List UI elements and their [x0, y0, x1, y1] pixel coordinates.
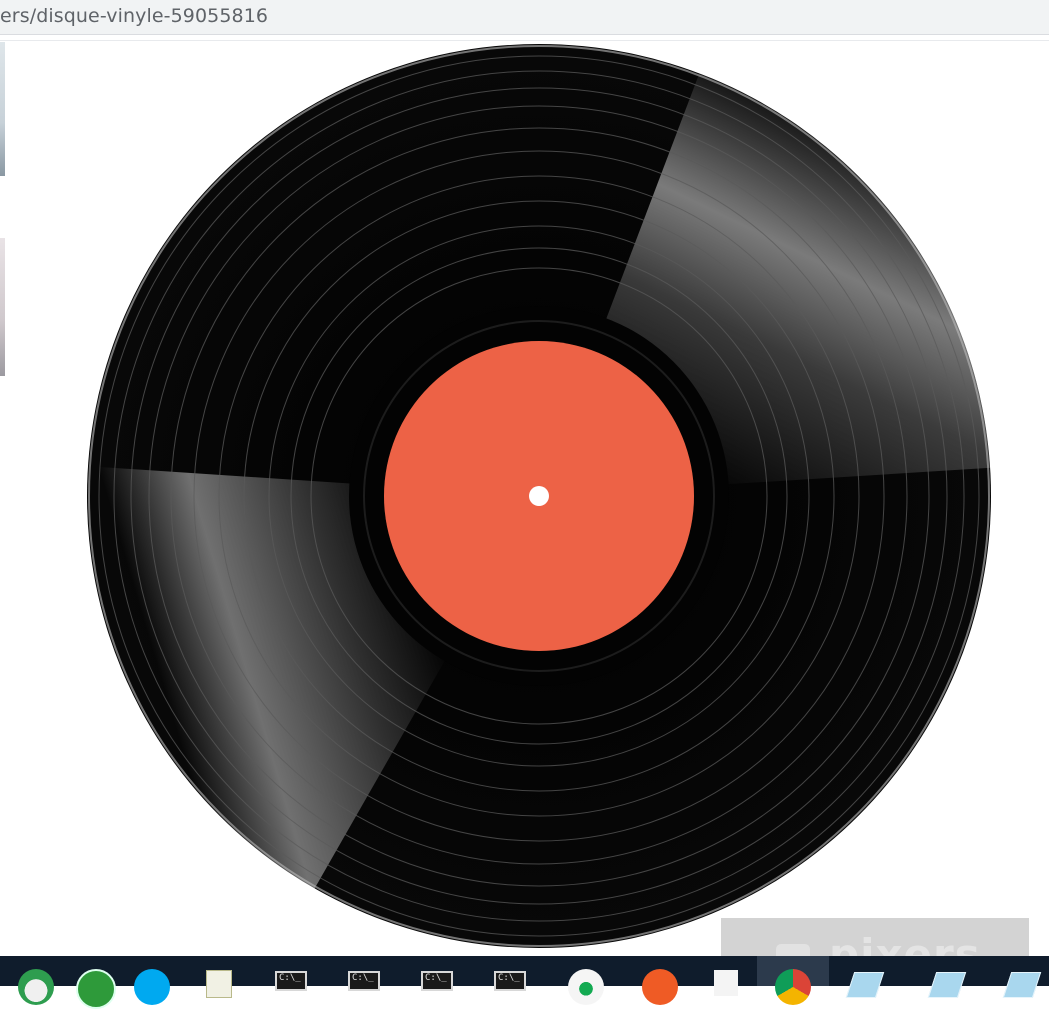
postman-icon	[642, 969, 678, 1005]
sidebar-thumbnail[interactable]	[0, 42, 5, 176]
sidebar-thumbnail[interactable]	[0, 238, 5, 376]
watermark: pixers	[721, 918, 1029, 958]
taskbar-postman[interactable]	[624, 956, 696, 1005]
spindle-hole	[529, 486, 549, 506]
taskbar-cmd-1[interactable]: C:\_	[254, 956, 326, 991]
watermark-text: pixers	[829, 930, 981, 958]
command-prompt-icon: C:\_	[275, 971, 307, 991]
command-prompt-icon: C:\_	[421, 971, 453, 991]
taskbar-cmd-4[interactable]: C:\_	[473, 956, 545, 991]
taskbar-mongodb[interactable]	[550, 956, 622, 1005]
note-pad-icon	[845, 972, 885, 998]
skype-icon	[134, 969, 170, 1005]
address-bar[interactable]: ers/disque-vinyle-59055816	[0, 0, 1049, 35]
command-prompt-icon: C:\_	[348, 971, 380, 991]
chrome-icon	[775, 969, 811, 1005]
taskbar-note-1[interactable]	[822, 956, 894, 998]
content-divider	[0, 40, 1049, 41]
mongodb-leaf-icon	[568, 969, 604, 1005]
taskbar-note-3[interactable]	[979, 956, 1049, 998]
note-pad-icon	[1002, 972, 1042, 998]
taskbar-cmd-2[interactable]: C:\_	[327, 956, 399, 991]
taskbar-notepad-pencil[interactable]	[182, 956, 254, 998]
taskbar: C:\_ C:\_ C:\_ C:\_	[0, 956, 1049, 1009]
taskbar-chrome[interactable]	[757, 956, 829, 1005]
command-prompt-icon: C:\_	[494, 971, 526, 991]
taskbar-cmd-3[interactable]: C:\_	[400, 956, 472, 991]
green-app-icon	[76, 969, 116, 1009]
note-pad-icon	[927, 972, 967, 998]
url-text[interactable]: ers/disque-vinyle-59055816	[0, 5, 268, 27]
blank-document-icon	[714, 970, 738, 996]
taskbar-note-2[interactable]	[904, 956, 976, 998]
taskbar-skype[interactable]	[116, 956, 188, 1005]
taskbar-document[interactable]	[690, 956, 762, 996]
notepad-pencil-icon	[206, 970, 232, 998]
palm-app-icon	[18, 969, 54, 1005]
vinyl-record-image	[87, 44, 991, 948]
